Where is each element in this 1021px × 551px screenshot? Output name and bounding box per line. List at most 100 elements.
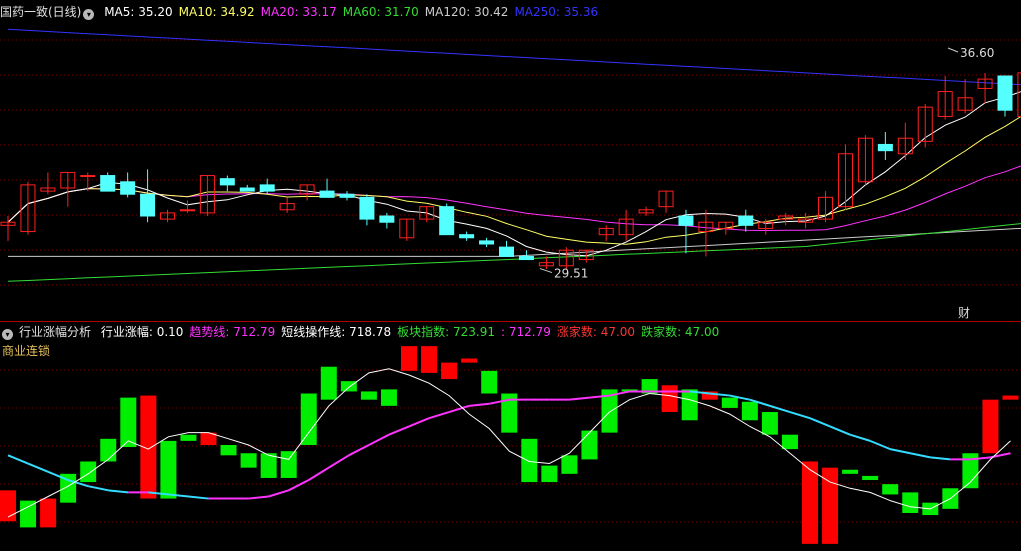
trend-line-segment [829,425,851,436]
candle [837,144,853,210]
trend-line-segment [769,404,791,413]
candle [0,216,16,241]
indicator-bar [360,391,377,400]
high-pointer [947,47,959,53]
trend-line-segment [268,489,289,498]
candle-body [140,193,156,217]
indicator-bar [40,498,57,528]
candle-body [459,234,475,239]
indicator-bar [761,412,778,435]
candle-body [319,190,335,198]
candle [359,194,375,226]
trend-line-segment [569,396,590,401]
candle-body [499,246,514,257]
trend-line-segment [188,495,209,500]
candle-body [678,215,694,226]
candle [857,135,873,185]
candle [718,221,734,235]
candle [160,209,176,223]
candle-body [259,184,275,192]
short-line [7,368,1011,518]
indicator-bar [581,430,598,460]
indicator-bar [240,453,257,468]
indicator-bar [100,438,117,462]
indicator-bar [120,397,137,448]
candle-body [239,187,255,192]
candle [997,75,1013,117]
candle [120,172,136,198]
indicator-bar [781,434,798,450]
candle [638,206,654,216]
trend-line-segment [789,411,811,420]
indicator-bar [180,434,197,441]
ma250-line [7,28,1021,86]
candle [917,104,933,148]
trend-line-segment [288,479,310,492]
trend-line-segment [7,454,29,465]
indicator-bar [80,461,97,483]
candle-body [80,175,96,178]
trend-line-segment [248,495,269,500]
trend-line-segment [809,417,831,428]
candle-body [339,193,355,198]
low-label: 29.51 [554,267,588,281]
candle-body [219,178,235,186]
indicator-bar [721,397,738,408]
indicator-bar [741,401,758,421]
indicator-bar [340,381,357,392]
trend-line-segment [348,444,370,457]
candle [239,184,255,192]
trend-line-segment [87,485,109,492]
candle-body [479,240,495,245]
indicator-bar [481,370,498,394]
candle [618,209,634,241]
indicator-bar [561,455,578,474]
indicator-bar [380,389,397,406]
trend-line-segment [328,454,350,469]
candle [439,203,455,236]
candle-body [379,215,395,223]
indicator-bar [1002,395,1019,400]
indicator-chart [0,346,1021,544]
indicator-bar [842,469,859,474]
indicator-bar [461,358,478,363]
trend-line-segment [930,456,951,461]
trend-line-segment [408,417,430,428]
indicator-bar [902,492,919,513]
indicator-bar [982,399,999,454]
indicator-bar [521,438,538,483]
ma10-line [7,115,1021,245]
candle [199,175,215,216]
trend-line-segment [368,433,390,446]
high-label: 36.60 [960,46,994,60]
candle [100,172,116,192]
trend-line-segment [869,439,891,451]
trend-line-segment [910,452,931,459]
candle [937,76,953,120]
low-pointer [539,268,553,274]
ma5-line [7,91,1021,257]
candle [179,200,195,213]
candle-body [738,215,754,226]
indicator-bar [20,500,37,528]
candle [499,240,514,257]
indicator-bar [862,475,879,481]
price-chart: 36.60 29.51 财 [0,28,1021,320]
candle [339,191,355,201]
candle-body [997,75,1013,111]
indicator-bar [401,346,417,371]
candle [977,72,993,104]
candle [219,175,235,192]
finance-marker: 财 [958,306,970,320]
candle [479,237,495,248]
candle-body [518,255,534,261]
trend-line-segment [428,411,450,420]
candle [319,178,335,198]
candle [957,79,973,114]
indicator-bar [441,362,458,380]
candle [598,225,614,241]
indicator-bar [160,440,177,499]
trend-line-segment [889,448,911,455]
indicator-bar [802,461,818,544]
candle-body [439,206,455,236]
